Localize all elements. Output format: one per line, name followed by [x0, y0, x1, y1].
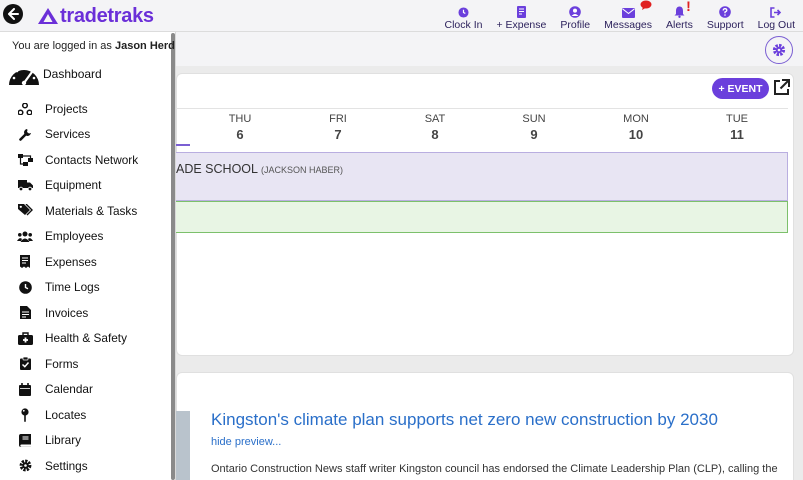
- gear-icon: [772, 43, 786, 57]
- wrench-icon: [18, 128, 31, 141]
- add-event-button[interactable]: + EVENT: [712, 78, 769, 99]
- logo-triangle-icon: [38, 8, 58, 24]
- event-title: ADE SCHOOL: [176, 162, 258, 176]
- calendar-divider: [176, 108, 788, 109]
- envelope-icon: [621, 8, 635, 18]
- receipt-icon: [20, 255, 30, 269]
- logo-text: tradetraks: [60, 4, 154, 27]
- calendar-day-thu[interactable]: THU 6: [210, 113, 270, 142]
- sidebar-item-library[interactable]: Library: [0, 428, 170, 454]
- event-assignee: (JACKSON HABER): [260, 165, 343, 175]
- calendar-icon: [19, 382, 31, 396]
- news-thumbnail[interactable]: [176, 411, 190, 480]
- calendar-day-fri[interactable]: FRI 7: [308, 113, 368, 142]
- medkit-icon: [17, 332, 33, 345]
- sidebar-scrollbar[interactable]: [171, 33, 175, 480]
- sidebar-item-materials-tasks[interactable]: Materials & Tasks: [0, 198, 170, 224]
- calendar-event-school[interactable]: ADE SCHOOL (JACKSON HABER): [176, 152, 788, 201]
- calendar-day-tue[interactable]: TUE 11: [707, 113, 767, 142]
- truck-icon: [17, 179, 33, 191]
- logo[interactable]: tradetraks: [37, 5, 154, 27]
- nav-messages[interactable]: Messages: [604, 0, 652, 31]
- nav-expense[interactable]: + Expense: [496, 1, 546, 31]
- sidebar-item-health-safety[interactable]: Health & Safety: [0, 326, 170, 352]
- sidebar-item-dashboard[interactable]: Dashboard: [8, 61, 102, 87]
- sidebar-item-calendar[interactable]: Calendar: [0, 377, 170, 403]
- sidebar-item-expenses[interactable]: Expenses: [0, 249, 170, 275]
- nav-support[interactable]: Support: [707, 1, 744, 31]
- tags-icon: [17, 204, 33, 216]
- user-name: Jason Herd: [114, 40, 175, 52]
- external-link-icon[interactable]: [773, 79, 790, 96]
- clipboard-check-icon: [19, 357, 31, 371]
- clock-icon: [458, 7, 469, 18]
- nav-alerts[interactable]: Alerts !: [666, 0, 693, 31]
- book-icon: [19, 433, 31, 447]
- nav-logout[interactable]: Log Out: [758, 1, 795, 31]
- user-icon: [569, 6, 582, 18]
- calendar-day-sat[interactable]: SAT 8: [405, 113, 465, 142]
- users-icon: [17, 231, 33, 242]
- network-icon: [18, 102, 32, 115]
- question-icon: [719, 6, 732, 18]
- message-badge-icon: [640, 0, 652, 10]
- top-nav: Clock In + Expense Profile Messages Aler…: [431, 0, 795, 31]
- sidebar-item-invoices[interactable]: Invoices: [0, 300, 170, 326]
- logout-icon: [770, 7, 782, 18]
- calendar-day-mon[interactable]: MON 10: [606, 113, 666, 142]
- nav-clock-in[interactable]: Clock In: [445, 1, 482, 31]
- sidebar-item-services[interactable]: Services: [0, 122, 170, 148]
- sidebar-item-projects[interactable]: Projects: [0, 96, 170, 122]
- calendar-event-green[interactable]: [176, 201, 788, 233]
- sitemap-icon: [17, 153, 33, 166]
- hide-preview-link[interactable]: hide preview...: [211, 436, 281, 448]
- nav-profile[interactable]: Profile: [560, 1, 590, 31]
- gear-icon: [19, 459, 31, 472]
- clock-icon: [18, 280, 32, 294]
- calendar-today-indicator: [176, 144, 190, 146]
- alert-exclamation: !: [686, 0, 691, 14]
- invoice-icon: [19, 306, 31, 320]
- sidebar-item-forms[interactable]: Forms: [0, 351, 170, 377]
- sidebar-item-time-logs[interactable]: Time Logs: [0, 275, 170, 301]
- map-pin-icon: [21, 408, 29, 422]
- gauge-icon: [9, 66, 39, 86]
- calendar-day-sun[interactable]: SUN 9: [504, 113, 564, 142]
- sub-header: [176, 32, 803, 66]
- news-preview-text: Ontario Construction News staff writer K…: [211, 463, 778, 475]
- receipt-icon: [516, 6, 526, 18]
- sidebar-item-contacts-network[interactable]: Contacts Network: [0, 147, 170, 173]
- back-button[interactable]: [3, 4, 23, 24]
- bell-icon: [674, 6, 685, 18]
- sidebar-menu: Projects Services Contacts Network Equip…: [0, 96, 170, 479]
- news-title-link[interactable]: Kingston's climate plan supports net zer…: [211, 410, 718, 430]
- sidebar-item-settings[interactable]: Settings: [0, 453, 170, 479]
- sidebar-item-equipment[interactable]: Equipment: [0, 173, 170, 199]
- sidebar-item-locates[interactable]: Locates: [0, 402, 170, 428]
- dashboard-settings-button[interactable]: [765, 36, 793, 64]
- top-bar: tradetraks Clock In + Expense Profile Me…: [0, 0, 803, 32]
- sidebar-item-employees[interactable]: Employees: [0, 224, 170, 250]
- arrow-left-icon: [8, 8, 19, 20]
- logged-in-text: You are logged in as Jason Herd: [12, 40, 175, 52]
